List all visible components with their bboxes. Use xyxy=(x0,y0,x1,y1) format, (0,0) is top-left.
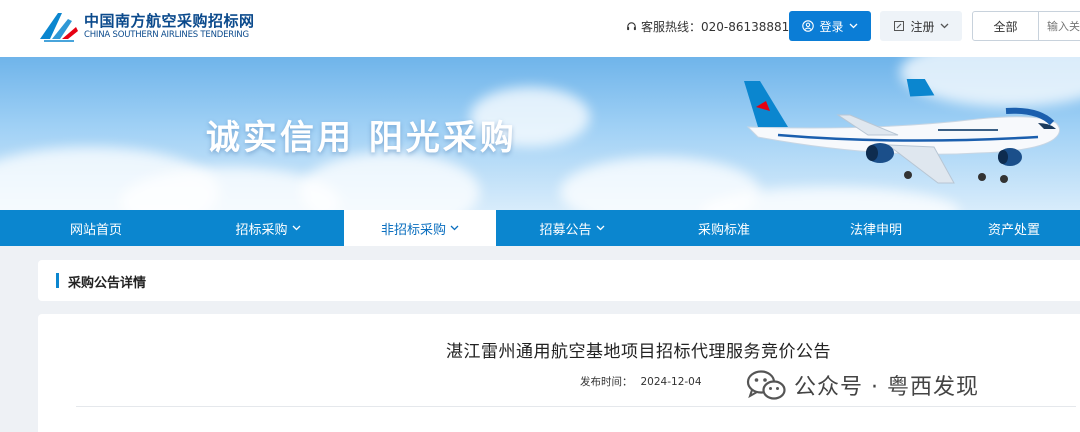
search-box: 全部 xyxy=(972,11,1080,41)
register-button[interactable]: 注册 xyxy=(880,11,962,41)
article-divider xyxy=(76,406,1076,407)
chevron-down-icon xyxy=(450,225,459,231)
login-button[interactable]: 登录 xyxy=(789,11,871,41)
logo-title-en: CHINA SOUTHERN AIRLINES TENDERING xyxy=(84,29,249,40)
search-scope-select[interactable]: 全部 xyxy=(973,12,1039,40)
hero-banner: 诚实信用 阳光采购 xyxy=(0,57,1080,210)
wechat-watermark: 公众号 · 粤西发现 xyxy=(746,369,979,401)
nav-tender-procurement[interactable]: 招标采购 xyxy=(192,210,344,246)
wechat-icon xyxy=(746,370,786,400)
chevron-down-icon xyxy=(292,225,300,231)
user-circle-icon xyxy=(802,20,815,32)
nav-home-label: 网站首页 xyxy=(69,222,122,238)
airplane-illustration xyxy=(744,79,1060,184)
nav-tender-label: 招标采购 xyxy=(235,222,288,238)
main-nav: 网站首页 招标采购 非招标采购 招募公告 采购标准 法律申明 资产处置 xyxy=(0,210,1080,246)
publish-date: 发布时间： 2024-12-04 xyxy=(580,374,702,389)
section-title: 采购公告详情 xyxy=(68,276,147,291)
login-label: 登录 xyxy=(819,19,844,34)
kapok-flower-logo-icon xyxy=(40,13,78,42)
chevron-down-icon xyxy=(940,23,948,29)
register-label: 注册 xyxy=(910,19,935,34)
publish-date-value: 2024-12-04 xyxy=(640,376,702,388)
logo-title-cn: 中国南方航空采购招标网 xyxy=(84,11,255,30)
section-accent-bar xyxy=(56,273,59,288)
site-logo[interactable]: 中国南方航空采购招标网 CHINA SOUTHERN AIRLINES TEND… xyxy=(38,9,255,43)
search-input[interactable] xyxy=(1039,12,1080,40)
nav-recruitment-notice[interactable]: 招募公告 xyxy=(496,210,648,246)
site-header: 中国南方航空采购招标网 CHINA SOUTHERN AIRLINES TEND… xyxy=(0,0,1080,57)
nav-legal-statement[interactable]: 法律申明 xyxy=(800,210,952,246)
nav-home[interactable]: 网站首页 xyxy=(0,210,192,246)
nav-asset-disposal[interactable]: 资产处置 xyxy=(952,210,1076,246)
publish-date-label: 发布时间： xyxy=(580,376,633,388)
section-title-bar: 采购公告详情 xyxy=(38,260,1080,301)
chevron-down-icon xyxy=(596,225,604,231)
nav-recruitment-label: 招募公告 xyxy=(539,222,592,238)
hotline-text: 客服热线：020-86138881-2 xyxy=(641,20,802,34)
chevron-down-icon xyxy=(849,23,857,29)
nav-non-tender-label: 非招标采购 xyxy=(380,222,446,238)
nav-non-tender-procurement[interactable]: 非招标采购 xyxy=(344,210,496,246)
nav-asset-label: 资产处置 xyxy=(987,222,1040,238)
customer-hotline: 客服热线：020-86138881-2 xyxy=(626,18,801,35)
nav-standards-label: 采购标准 xyxy=(697,222,750,238)
edit-form-icon xyxy=(894,21,905,31)
nav-procurement-standards[interactable]: 采购标准 xyxy=(648,210,800,246)
article-title: 湛江雷州通用航空基地项目招标代理服务竞价公告 xyxy=(446,342,831,362)
watermark-text: 公众号 · 粤西发现 xyxy=(794,375,979,400)
nav-legal-label: 法律申明 xyxy=(849,222,902,238)
headset-icon xyxy=(627,22,636,31)
banner-slogan: 诚实信用 阳光采购 xyxy=(206,118,517,158)
